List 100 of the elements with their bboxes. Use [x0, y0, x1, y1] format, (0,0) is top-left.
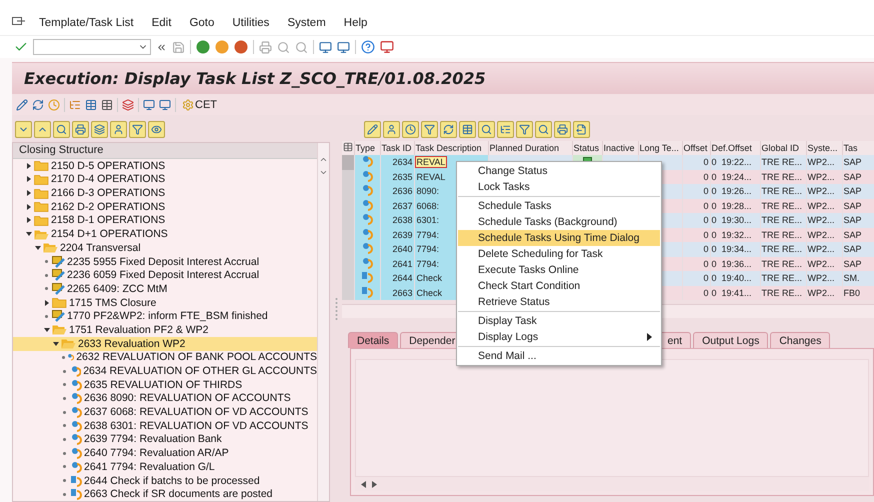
scrollbar[interactable]: [317, 143, 329, 501]
menu-item[interactable]: Display Logs: [458, 329, 660, 345]
splitter-handle-icon[interactable]: [334, 296, 338, 320]
print-button[interactable]: [554, 120, 571, 138]
menu-item[interactable]: Display Task: [458, 313, 660, 329]
column-header[interactable]: Tas: [842, 141, 874, 155]
tree-item[interactable]: 2158 D-1 OPERATIONS: [13, 214, 317, 228]
tree-item[interactable]: 2640 7794: Revaluation AR/AP: [13, 446, 317, 460]
menu-item[interactable]: Template/Task List: [30, 16, 143, 28]
refresh-button[interactable]: [440, 120, 457, 138]
schedule-button[interactable]: [402, 120, 419, 138]
menu-item[interactable]: Lock Tasks: [458, 179, 660, 195]
collapsed-arrow-icon[interactable]: [26, 176, 32, 182]
tree-item[interactable]: 2166 D-3 OPERATIONS: [13, 186, 317, 200]
expanded-arrow-icon[interactable]: [52, 340, 58, 347]
menu-item-label: Retrieve Status: [478, 296, 550, 308]
collapse-button[interactable]: [34, 120, 51, 138]
column-header[interactable]: Global ID: [760, 141, 806, 155]
menu-item[interactable]: Check Start Condition: [458, 278, 660, 294]
column-header[interactable]: Planned Duration: [488, 141, 572, 155]
command-field[interactable]: [33, 39, 151, 55]
column-header[interactable]: Status: [572, 141, 602, 155]
tree-item[interactable]: 2639 7794: Revaluation Bank: [13, 432, 317, 446]
expanded-arrow-icon[interactable]: [34, 244, 40, 251]
collapsed-arrow-icon[interactable]: [26, 217, 32, 224]
collapsed-arrow-icon[interactable]: [26, 162, 32, 169]
tree-item[interactable]: 2663 Check if SR documents are posted: [13, 487, 317, 501]
tree-item[interactable]: 1770 PF2&WP2: inform FTE_BSM finished: [13, 309, 317, 324]
tree-item[interactable]: 2170 D-4 OPERATIONS: [13, 172, 317, 186]
tree-item[interactable]: 2637 6068: REVALUATION OF VD ACCOUNTS: [13, 405, 317, 419]
tab[interactable]: Changes: [770, 332, 830, 348]
menu-item[interactable]: Change Status: [458, 163, 660, 179]
print-button[interactable]: [72, 120, 89, 138]
timezone-button[interactable]: CET: [180, 98, 219, 110]
expanded-arrow-icon[interactable]: [26, 231, 32, 238]
find-button[interactable]: [478, 120, 495, 138]
menu-item[interactable]: Edit: [142, 16, 180, 28]
menu-item[interactable]: Send Mail ...: [458, 348, 660, 364]
tree-item[interactable]: 2636 8090: REVALUATION OF ACCOUNTS: [13, 392, 317, 406]
column-header[interactable]: Syste...: [806, 141, 842, 155]
table-cell: Check: [416, 288, 444, 298]
scroll-right-icon[interactable]: [372, 480, 377, 488]
tree-item[interactable]: 2635 REVALUATION OF THIRDS: [13, 378, 317, 392]
tree-button[interactable]: [497, 120, 514, 138]
column-header: Closing Structure: [13, 143, 317, 159]
tree-item[interactable]: 2154 D+1 OPERATIONS: [13, 227, 317, 241]
tree-item[interactable]: 2632 REVALUATION OF BANK POOL ACCOUNTS: [13, 350, 317, 364]
menu-item[interactable]: Goto: [180, 16, 224, 28]
menu-icon[interactable]: [12, 17, 26, 28]
expand-button[interactable]: [15, 120, 32, 138]
edit-button[interactable]: [364, 120, 381, 138]
layers-button[interactable]: [91, 120, 108, 138]
menu-item[interactable]: Retrieve Status: [458, 294, 660, 310]
tree-item[interactable]: 2235 5955 Fixed Deposit Interest Accrual: [13, 254, 317, 268]
tree-item[interactable]: 2265 6409: ZCC MtM: [13, 282, 317, 296]
menu-item[interactable]: Schedule Tasks: [458, 198, 660, 214]
export-button[interactable]: [573, 120, 590, 138]
filter-button[interactable]: [421, 120, 438, 138]
column-header[interactable]: Type: [354, 141, 380, 155]
user-button[interactable]: [110, 120, 127, 138]
menu-item[interactable]: Utilities: [223, 16, 278, 28]
column-header[interactable]: Def.Offset: [710, 141, 760, 155]
collapsed-arrow-icon[interactable]: [26, 204, 32, 210]
filter-button[interactable]: [129, 120, 146, 138]
expanded-arrow-icon[interactable]: [44, 326, 50, 333]
tree-item[interactable]: 2204 Transversal: [13, 241, 317, 255]
search-button[interactable]: [535, 120, 552, 138]
column-header[interactable]: Task ID: [380, 141, 414, 155]
tree-item[interactable]: 2162 D-2 OPERATIONS: [13, 200, 317, 214]
tree-item[interactable]: 2633 Revaluation WP2: [13, 336, 317, 350]
menu-item[interactable]: Schedule Tasks Using Time Dialog: [458, 230, 660, 246]
menu-item[interactable]: Delete Scheduling for Task: [458, 246, 660, 262]
menu-item[interactable]: Help: [334, 16, 376, 28]
menu-item[interactable]: Schedule Tasks (Background): [458, 214, 660, 230]
column-header[interactable]: Long Te...: [638, 141, 682, 155]
find-button[interactable]: [53, 120, 70, 138]
table-cell: 19:40...: [722, 273, 752, 284]
tree-item[interactable]: 2150 D-5 OPERATIONS: [13, 158, 317, 173]
column-header[interactable]: Inactive: [602, 141, 638, 155]
menu-item[interactable]: System: [278, 16, 335, 28]
column-header[interactable]: Offset: [682, 141, 710, 155]
tree-item[interactable]: 1715 TMS Closure: [13, 296, 317, 310]
tree-item[interactable]: 2634 REVALUATION OF OTHER GL ACCOUNTS: [13, 364, 317, 378]
scroll-left-icon[interactable]: [361, 480, 366, 488]
tree-item[interactable]: 2638 6301: REVALUATION OF VD ACCOUNTS: [13, 418, 317, 433]
tree-item[interactable]: 2236 6059 Fixed Deposit Interest Accrual: [13, 268, 317, 282]
tree-item[interactable]: 1751 Revaluation PF2 & WP2: [13, 323, 317, 337]
bullet-icon: [45, 314, 48, 318]
menu-item[interactable]: Execute Tasks Online: [458, 262, 660, 278]
tab[interactable]: Details: [348, 332, 398, 348]
tree-item[interactable]: 2641 7794: Revaluation G/L: [13, 460, 317, 474]
collapsed-arrow-icon[interactable]: [26, 190, 32, 196]
view-button[interactable]: [148, 120, 165, 138]
collapsed-arrow-icon[interactable]: [44, 300, 50, 306]
sort-button[interactable]: [516, 120, 533, 138]
layout-button[interactable]: [459, 120, 476, 138]
tab[interactable]: Output Logs: [693, 332, 768, 348]
user-button[interactable]: [383, 120, 400, 138]
tree-item[interactable]: 2644 Check if batchs to be processed: [13, 474, 317, 488]
column-header[interactable]: Task Description: [414, 141, 488, 155]
